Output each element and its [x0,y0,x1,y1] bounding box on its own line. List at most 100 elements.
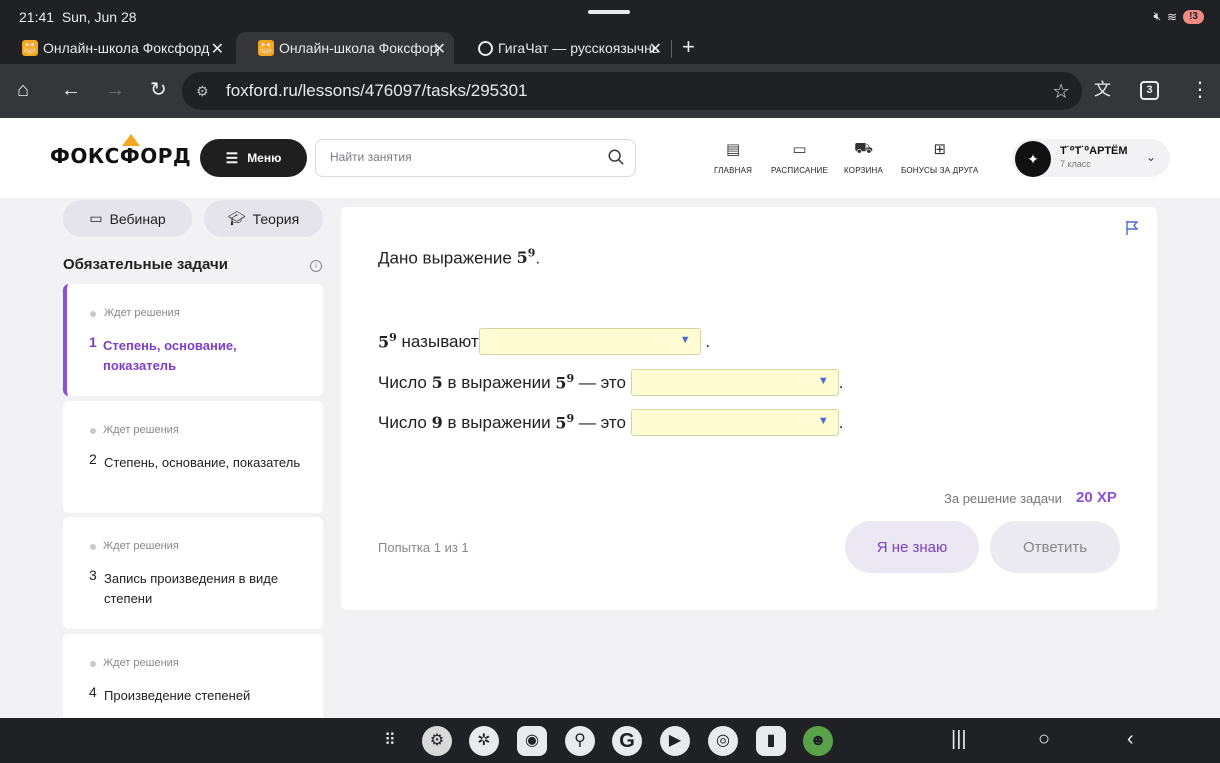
camera-app-icon[interactable]: ◉ [517,726,547,756]
attempt-counter: Попытка 1 из 1 [378,540,469,555]
maps-app-icon[interactable]: ⚲ [565,726,595,756]
browser-tab-strip: 🦊︎ Онлайн-школа Фоксфорд ✕ 🦊︎ Онлайн-шко… [0,30,1220,64]
bookmark-star-icon[interactable]: ☆ [1052,79,1070,104]
close-tab-icon[interactable]: ✕ [433,39,446,59]
menu-label: Меню [247,151,282,165]
info-icon[interactable]: i [310,260,322,272]
report-flag-icon[interactable] [1124,220,1140,236]
graduation-cap-icon: 🎓︎ [227,210,246,226]
reload-icon[interactable]: ↻ [150,78,167,102]
task-number: 4 [89,684,97,700]
answer-row-1: 59 называют ▼ . [378,328,710,355]
clipboard-icon: ▤ [725,141,741,158]
task-panel: Дано выражение 59. 59 называют ▼ . Число… [341,207,1157,610]
chevron-down-icon: ▼ [817,375,829,387]
answer-select-1[interactable]: ▼ [478,328,701,355]
question-text: Дано выражение 59. [378,247,541,268]
task-number: 2 [89,451,97,467]
tab-count-button[interactable]: 3 [1140,81,1159,100]
nav-bonuses[interactable]: ⊞ БОНУСЫ ЗА ДРУГА [901,140,979,175]
url-text[interactable]: foxford.ru/lessons/476097/tasks/295301 [226,81,527,101]
task-number: 1 [89,334,97,350]
task-title: Произведение степеней [104,688,251,703]
android-taskbar: ⠿ ⚙ ✲ ◉ ⚲ G ▶ ◎ ▮ ☻ ||| ○ ‹ [0,718,1220,763]
task-status: Ждет решения [103,424,179,436]
play-store-app-icon[interactable]: ▶ [660,726,690,756]
site-settings-icon[interactable]: ⚙ [196,83,214,100]
answer-select-3[interactable]: ▼ [630,409,839,436]
task-status: Ждет решения [103,657,179,669]
search-box[interactable] [315,139,636,177]
cart-icon: ⛟ [854,140,873,157]
xp-value: 20 XP [1076,489,1117,506]
system-status-bar: 21:41 Sun, Jun 28 🔇︎ ≋ !3 [0,0,1220,30]
close-tab-icon[interactable]: ✕ [649,39,662,59]
calendar-icon: ▭ [792,141,807,158]
drag-handle[interactable] [588,10,630,14]
chevron-down-icon: ▼ [817,415,829,427]
profile-name: Т̈ ⁰Т̈ ⁰АРТЁМ [1060,145,1128,157]
task-number: 3 [89,567,97,583]
gift-icon: ⊞ [933,141,947,158]
answer-select-2[interactable]: ▼ [630,369,839,396]
search-icon[interactable] [607,148,625,166]
chrome-app-icon[interactable]: ◎ [708,726,738,756]
notes-app-icon[interactable]: ▮ [756,726,786,756]
status-dot-icon [90,428,96,434]
search-input[interactable] [330,150,590,164]
browser-tab[interactable]: ГигаЧат — русскоязычный ✕ [456,32,670,64]
nav-schedule[interactable]: ▭ РАСПИСАНИЕ [771,140,828,175]
task-status: Ждет решения [104,307,180,319]
browser-tab[interactable]: 🦊︎ Онлайн-школа Фоксфорд ✕ [0,32,232,64]
close-tab-icon[interactable]: ✕ [211,39,224,59]
translate-icon[interactable]: 文 [1094,78,1111,102]
section-title: Обязательные задачи [63,256,228,273]
foxford-logo[interactable]: ФОКСФОРД [50,134,191,168]
home-icon[interactable]: ⌂ [17,78,29,102]
task-card[interactable]: Ждет решения 4 Произведение степеней [63,634,323,718]
chevron-down-icon[interactable]: ⌄ [1146,150,1156,164]
recent-apps-icon[interactable]: ||| [951,728,967,751]
tab-title: Онлайн-школа Фоксфорд [279,40,439,56]
chevron-down-icon: ▼ [679,334,691,346]
tab-title: ГигаЧат — русскоязычный [498,40,658,56]
status-dot-icon [90,544,96,550]
task-card[interactable]: Ждет решения 1 Степень, основание, показ… [63,284,323,396]
dont-know-button[interactable]: Я не знаю [845,521,979,573]
avatar[interactable]: ✦ [1015,141,1051,177]
google-app-icon[interactable]: G [612,726,642,756]
web-page: ФОКСФОРД ☰ Меню ▤ ГЛАВНАЯ ▭ РАСПИСАНИЕ ⛟… [0,118,1220,718]
tab-separator [671,40,672,58]
task-title: Степень, основание, показатель [104,455,301,470]
nav-home[interactable]: ▤ ГЛАВНАЯ [714,140,752,175]
pinwheel-app-icon[interactable]: ✲ [469,726,499,756]
game-app-icon[interactable]: ☻ [803,726,833,756]
task-card[interactable]: Ждет решения 2 Степень, основание, показ… [63,401,323,513]
site-header: ФОКСФОРД ☰ Меню ▤ ГЛАВНАЯ ▭ РАСПИСАНИЕ ⛟… [0,118,1220,198]
forward-icon[interactable]: → [105,78,125,102]
nav-cart[interactable]: ⛟ КОРЗИНА [844,140,883,175]
more-menu-icon[interactable]: ⋮ [1190,78,1210,102]
status-dot-icon [90,661,96,667]
settings-app-icon[interactable]: ⚙ [422,726,452,756]
mute-icon: 🔇︎ [1153,9,1162,23]
browser-toolbar: ⌂ ← → ↻ ⚙ foxford.ru/lessons/476097/task… [0,64,1220,118]
address-bar[interactable]: ⚙ foxford.ru/lessons/476097/tasks/295301… [182,72,1082,110]
back-chevron-icon[interactable]: ‹ [1127,728,1134,751]
new-tab-button[interactable]: + [682,34,695,60]
profile-menu[interactable]: ✦ Т̈ ⁰Т̈ ⁰АРТЁМ 7 класс ⌄ [1012,139,1170,177]
task-title: Степень, основание, показатель [103,338,237,373]
task-title: Запись произведения в виде степени [104,571,279,606]
submit-answer-button[interactable]: Ответить [990,521,1120,573]
task-card[interactable]: Ждет решения 3 Запись произведения в вид… [63,517,323,629]
app-drawer-icon[interactable]: ⠿ [384,730,396,750]
answer-row-2: Число 5 в выражении 59 — это ▼ . [378,369,843,396]
browser-tab-active[interactable]: 🦊︎ Онлайн-школа Фоксфорд ✕ [236,32,454,64]
foxford-favicon-icon: 🦊︎ [258,40,274,56]
menu-button[interactable]: ☰ Меню [200,139,307,177]
theory-button[interactable]: 🎓︎ Теория [204,200,323,237]
tab-title: Онлайн-школа Фоксфорд [43,40,210,56]
webinar-button[interactable]: ▭ Вебинар [63,200,192,237]
back-icon[interactable]: ← [61,78,81,102]
home-circle-icon[interactable]: ○ [1038,728,1050,751]
